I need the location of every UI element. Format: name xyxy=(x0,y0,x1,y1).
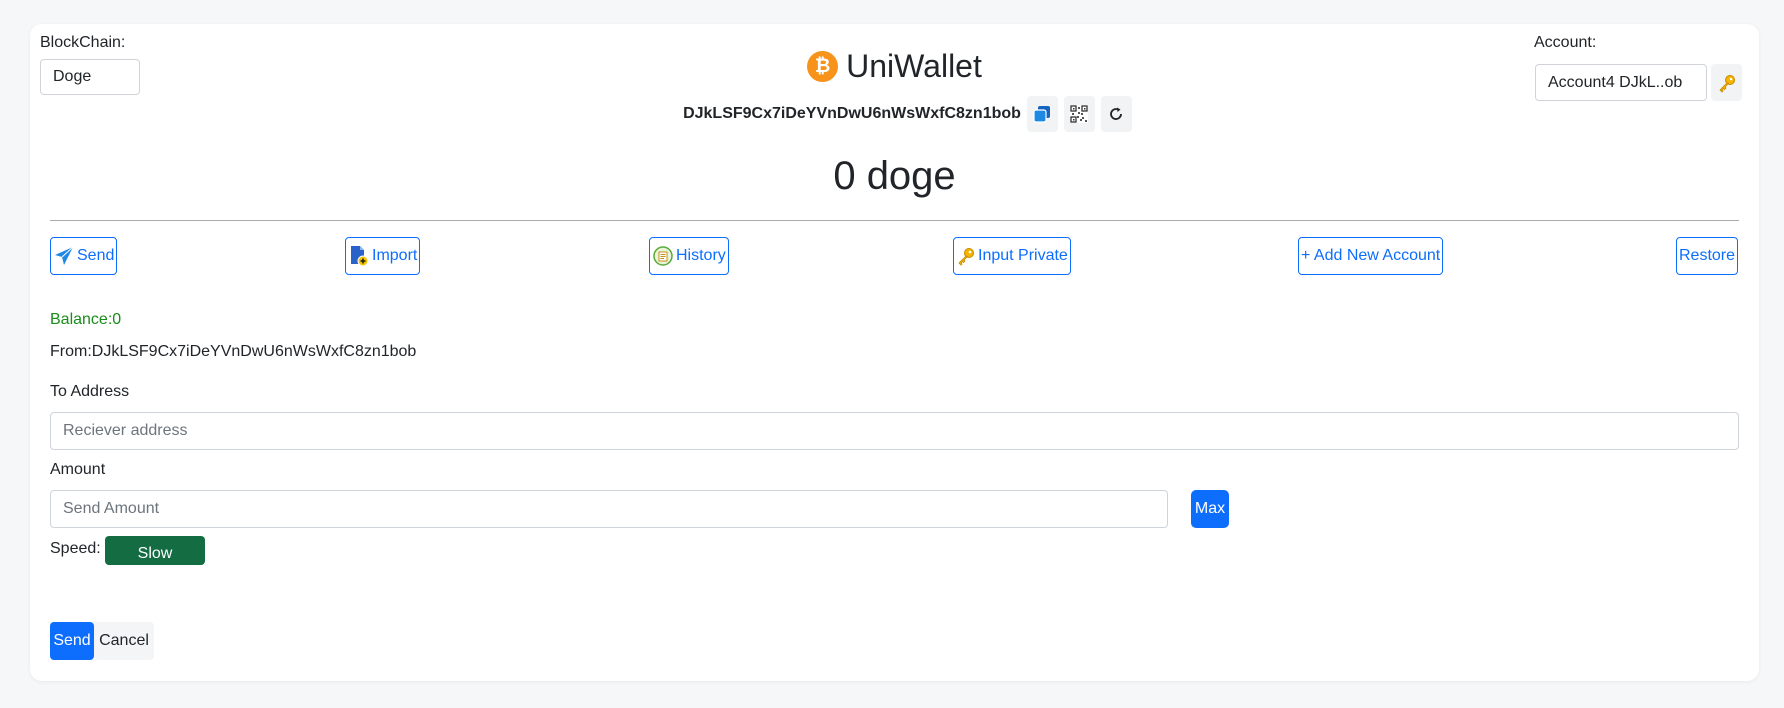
key-icon xyxy=(958,248,974,266)
history-button[interactable]: History xyxy=(649,237,729,275)
wallet-address: DJkLSF9Cx7iDeYVnDwU6nWsWxfC8zn1bob xyxy=(683,105,1021,122)
refresh-icon xyxy=(1110,107,1123,120)
copy-address-button[interactable] xyxy=(1026,96,1058,132)
paper-plane-icon xyxy=(55,246,74,265)
qr-code-button[interactable] xyxy=(1063,96,1095,132)
import-button[interactable]: Import xyxy=(345,237,421,275)
from-address: From:DJkLSF9Cx7iDeYVnDwU6nWsWxfC8zn1bob xyxy=(50,343,417,360)
amount-input[interactable]: Send Amount xyxy=(50,490,1168,528)
send-action-button[interactable]: Send xyxy=(50,237,118,275)
cancel-button[interactable]: Cancel xyxy=(94,622,154,660)
send-button[interactable]: Send xyxy=(50,622,94,660)
restore-label: Restore xyxy=(1679,247,1736,264)
refresh-button[interactable] xyxy=(1100,96,1132,132)
copy-icon xyxy=(1033,106,1051,123)
add-account-label: + Add New Account xyxy=(1301,247,1441,264)
speed-label: Speed: xyxy=(50,540,101,557)
import-file-icon xyxy=(351,246,369,267)
input-private-label: Input Private xyxy=(978,247,1068,264)
address-row: DJkLSF9Cx7iDeYVnDwU6nWsWxfC8zn1bob xyxy=(30,96,1759,132)
send-action-label: Send xyxy=(77,247,115,264)
wallet-card: BlockChain: Doge ₿ UniWallet Account: Ac… xyxy=(30,24,1759,681)
amount-label: Amount xyxy=(50,461,106,478)
restore-button[interactable]: Restore xyxy=(1676,237,1739,275)
history-icon xyxy=(653,246,673,266)
to-address-label: To Address xyxy=(50,383,130,400)
speed-button[interactable]: Slow xyxy=(105,536,205,565)
balance-display: 0 doge xyxy=(833,154,956,198)
app-title: UniWallet xyxy=(846,48,982,84)
max-button[interactable]: Max xyxy=(1191,490,1229,528)
key-icon xyxy=(1718,74,1735,93)
account-label: Account: xyxy=(1534,34,1597,51)
import-label: Import xyxy=(372,247,418,264)
input-private-button[interactable]: Input Private xyxy=(953,237,1071,275)
bitcoin-logo-icon: ₿ xyxy=(807,51,839,82)
qr-code-icon xyxy=(1070,105,1089,123)
available-balance: Balance:0 xyxy=(50,311,122,328)
to-address-input[interactable]: Reciever address xyxy=(50,412,1739,450)
brand-header: ₿ UniWallet xyxy=(30,48,1759,85)
add-account-button[interactable]: + Add New Account xyxy=(1298,237,1444,275)
divider xyxy=(50,220,1739,221)
history-label: History xyxy=(676,247,726,264)
